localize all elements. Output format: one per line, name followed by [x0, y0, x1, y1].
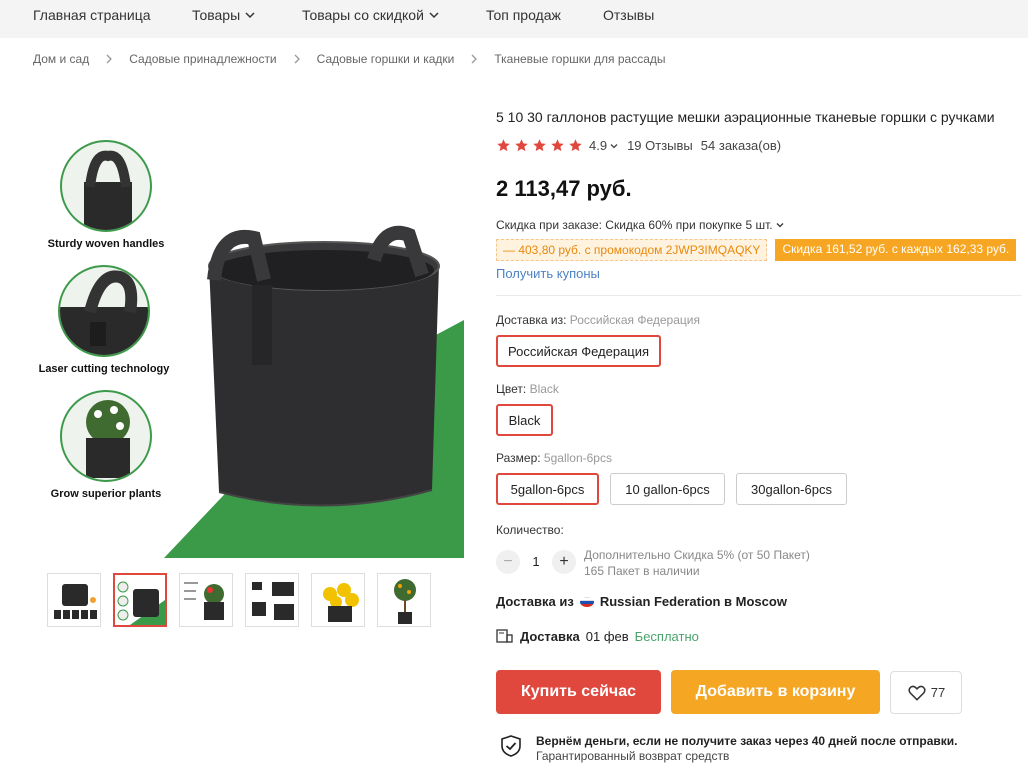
feature-plants: Grow superior plants	[34, 390, 178, 500]
delivery-info: Доставка 01 фев Бесплатно	[496, 628, 699, 644]
shipping-origin-text: Russian Federation в Moscow	[599, 594, 787, 609]
get-coupons-link[interactable]: Получить купоны	[496, 266, 600, 281]
thumbnail-strip	[47, 573, 431, 627]
chevron-right-icon	[291, 53, 303, 65]
nav-top-sales-label: Топ продаж	[486, 7, 561, 23]
delivery-cost: Бесплатно	[634, 628, 699, 644]
ship-from-label: Доставка из: Российская Федерация	[496, 313, 700, 327]
thumbnail[interactable]	[179, 573, 233, 627]
guarantee-title: Вернём деньги, если не получите заказ че…	[536, 734, 958, 748]
wishlist-button[interactable]: 77	[890, 671, 962, 714]
delivery-date: 01 фев	[585, 628, 629, 644]
nav-top-sales[interactable]: Топ продаж	[486, 7, 561, 23]
breadcrumb-item[interactable]: Тканевые горшки для рассады	[494, 52, 665, 66]
size-label: Размер: 5gallon-6pcs	[496, 451, 612, 465]
thumbnail[interactable]	[377, 573, 431, 627]
product-price: 2 113,47 руб.	[496, 176, 632, 201]
shipping-origin[interactable]: Доставка из Russian Federation в Moscow	[496, 594, 787, 609]
quantity-value[interactable]: 1	[526, 554, 546, 569]
size-selected: 5gallon-6pcs	[543, 451, 612, 465]
feature-handles-label: Sturdy woven handles	[47, 238, 165, 250]
ship-from-option[interactable]: Российская Федерация	[496, 335, 662, 367]
product-title: 5 10 30 галлонов растущие мешки аэрацион…	[496, 109, 995, 125]
feature-handles: Sturdy woven handles	[36, 140, 176, 250]
wishlist-count: 77	[930, 685, 946, 700]
chevron-right-icon	[468, 53, 480, 65]
size-option[interactable]: 30gallon-6pcs	[736, 473, 847, 505]
color-option[interactable]: Black	[496, 404, 553, 436]
chevron-down-icon[interactable]	[609, 141, 619, 151]
star-icon	[533, 139, 546, 152]
feature-laser: Laser cutting technology	[24, 265, 184, 375]
feature-plants-label: Grow superior plants	[50, 488, 162, 500]
nav-discounted[interactable]: Товары со скидкой	[302, 7, 440, 23]
top-nav: Главная страница Товары Товары со скидко…	[0, 0, 1028, 38]
quantity-label: Количество:	[496, 523, 564, 537]
feature-laser-label: Laser cutting technology	[38, 363, 170, 375]
rating-value[interactable]: 4.9	[589, 138, 607, 153]
reviews-link[interactable]: 19 Отзывы	[627, 138, 693, 153]
thumbnail[interactable]	[311, 573, 365, 627]
promo-row: — 403,80 руб. с промокодом 2JWP3IMQAQKY …	[496, 239, 1017, 261]
nav-discounted-label: Товары со скидкой	[302, 7, 424, 23]
star-icon	[551, 139, 564, 152]
main-product-image[interactable]: Sturdy woven handles Laser cutting techn…	[14, 100, 464, 558]
delivery-label: Доставка	[520, 628, 580, 644]
chevron-down-icon	[245, 12, 255, 19]
nav-products-label: Товары	[192, 7, 241, 23]
nav-reviews-label: Отзывы	[603, 7, 655, 23]
nav-reviews[interactable]: Отзывы	[603, 7, 654, 23]
bulk-discount-text: Скидка при заказе: Скидка 60% при покупк…	[496, 218, 773, 232]
ship-from-label-text: Доставка из:	[496, 313, 567, 327]
extra-discount-text: Дополнительно Скидка 5% (от 50 Пакет)	[584, 548, 810, 562]
breadcrumb-item[interactable]: Садовые горшки и кадки	[317, 52, 455, 66]
star-icon	[515, 139, 528, 152]
quantity-decrease-button[interactable]: −	[496, 550, 520, 574]
chevron-down-icon	[429, 12, 439, 19]
ship-from-selected: Российская Федерация	[569, 313, 700, 327]
russia-flag-icon	[579, 596, 594, 607]
star-icon	[497, 139, 510, 152]
rating-row: 4.9 19 Отзывы 54 заказа(ов)	[496, 138, 781, 153]
breadcrumb-item[interactable]: Садовые принадлежности	[129, 52, 276, 66]
stock-text: 165 Пакет в наличии	[584, 564, 700, 578]
guarantee-subtitle: Гарантированный возврат средств	[536, 749, 730, 763]
nav-home-label: Главная страница	[33, 7, 151, 23]
add-to-cart-button[interactable]: Добавить в корзину	[671, 670, 880, 714]
feature-laser-image	[58, 265, 150, 357]
star-icon	[569, 139, 582, 152]
size-label-text: Размер:	[496, 451, 541, 465]
rating-stars	[496, 138, 583, 153]
size-option[interactable]: 10 gallon-6pcs	[610, 473, 725, 505]
bulk-discount[interactable]: Скидка при заказе: Скидка 60% при покупк…	[496, 218, 785, 232]
buy-now-button[interactable]: Купить сейчас	[496, 670, 661, 714]
quantity-info: Дополнительно Скидка 5% (от 50 Пакет) 16…	[584, 547, 810, 579]
shipping-origin-prefix: Доставка из	[496, 594, 574, 609]
thumbnail[interactable]	[245, 573, 299, 627]
chevron-right-icon	[103, 53, 115, 65]
divider	[496, 295, 1021, 296]
color-label: Цвет: Black	[496, 382, 559, 396]
quantity-increase-button[interactable]: +	[552, 550, 576, 574]
shield-check-icon	[501, 735, 521, 757]
store-discount-badge[interactable]: Скидка 161,52 руб. с каждых 162,33 руб.	[775, 239, 1017, 261]
thumbnail-active[interactable]	[113, 573, 167, 627]
buyer-protection: Вернём деньги, если не получите заказ че…	[500, 734, 958, 764]
breadcrumb: Дом и сад Садовые принадлежности Садовые…	[33, 52, 666, 66]
thumbnail[interactable]	[47, 573, 101, 627]
heart-icon	[908, 685, 926, 701]
promo-code-badge[interactable]: — 403,80 руб. с промокодом 2JWP3IMQAQKY	[496, 239, 768, 261]
nav-home[interactable]: Главная страница	[33, 7, 151, 23]
delivery-icon	[496, 629, 513, 643]
orders-count: 54 заказа(ов)	[700, 138, 782, 153]
feature-handles-image	[60, 140, 152, 232]
feature-plants-image	[60, 390, 152, 482]
color-label-text: Цвет:	[496, 382, 527, 396]
size-option[interactable]: 5gallon-6pcs	[496, 473, 599, 505]
color-selected: Black	[529, 382, 559, 396]
nav-products[interactable]: Товары	[192, 7, 256, 23]
breadcrumb-item[interactable]: Дом и сад	[33, 52, 89, 66]
chevron-down-icon	[776, 223, 784, 228]
